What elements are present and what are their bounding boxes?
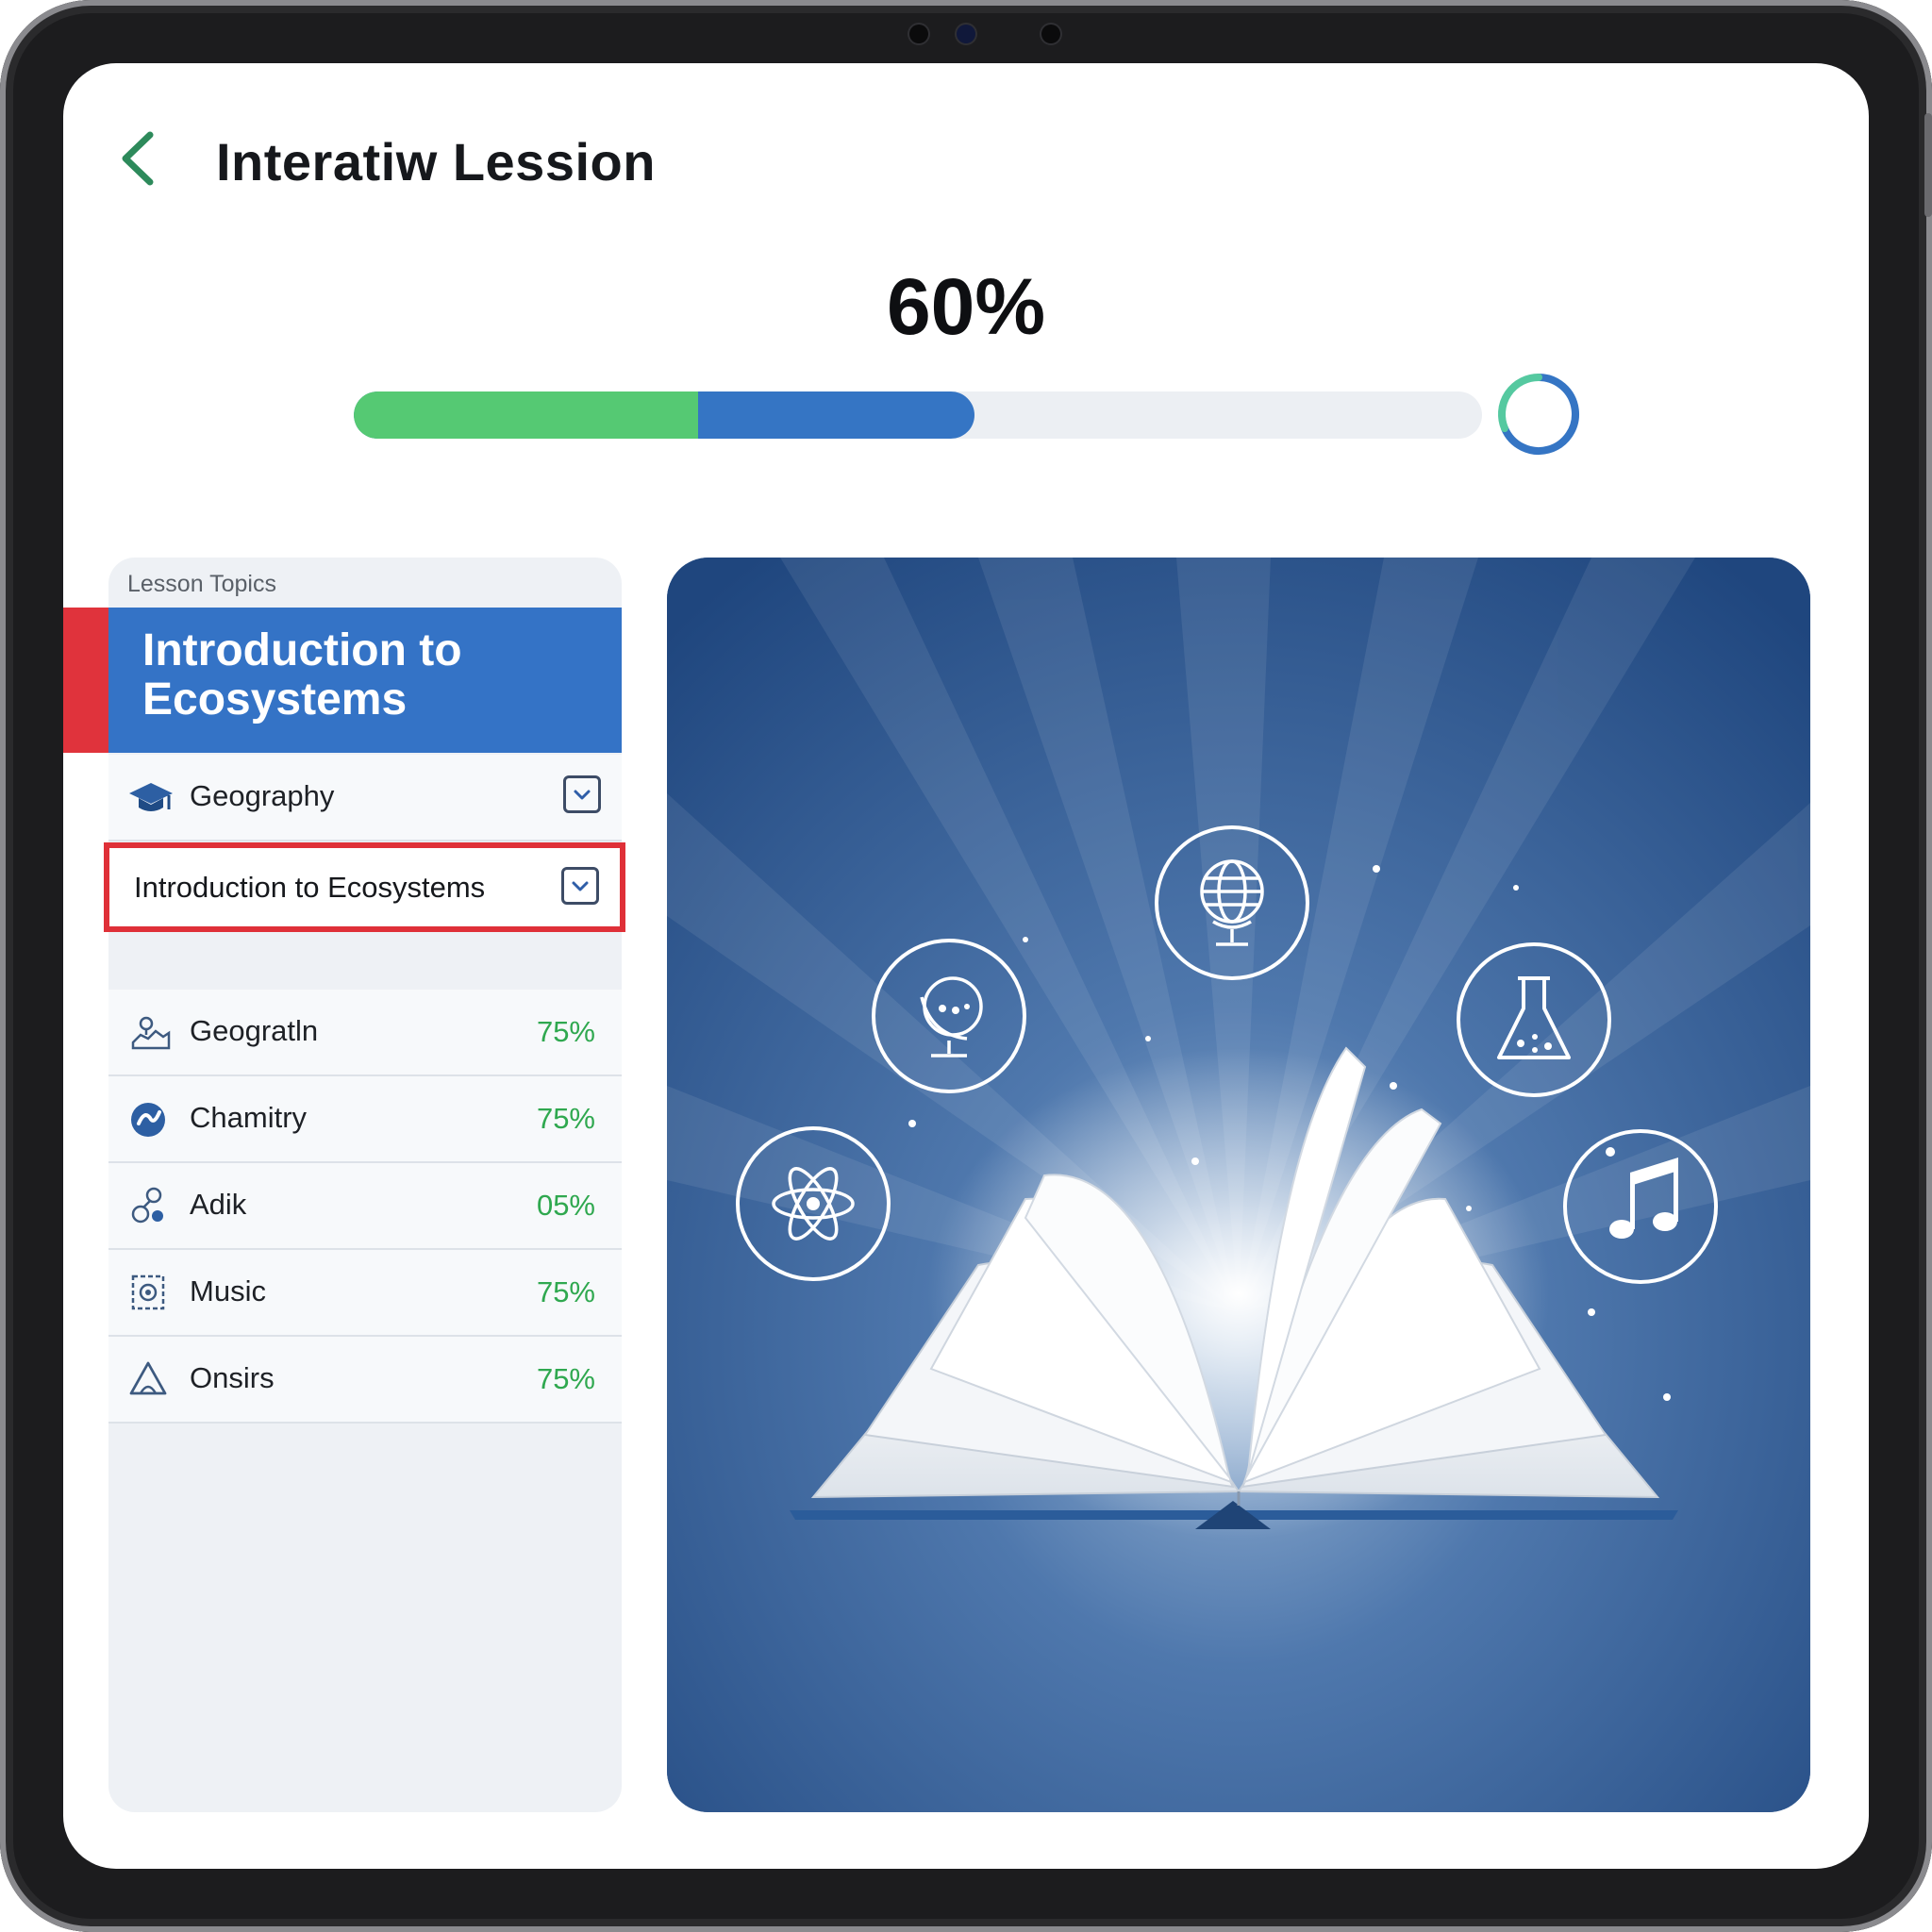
graduation-cap-icon: [129, 783, 173, 811]
progress-ring-icon: [1498, 374, 1579, 455]
topic-label: Geography: [190, 779, 335, 812]
progress-bar: [354, 391, 1482, 439]
globe-swirl-icon: [131, 1103, 165, 1137]
progress-percent: 60%: [886, 262, 1046, 351]
topic-label: Introduction to Ecosystems: [134, 871, 486, 904]
topic-progress: 75%: [536, 1275, 595, 1308]
front-camera: [957, 25, 975, 43]
sidebar-section-label: Lesson Topics: [127, 571, 276, 597]
topic-label: Chamitry: [190, 1101, 308, 1134]
expand-toggle[interactable]: [561, 867, 599, 905]
topic-row[interactable]: Adik 05%: [108, 1163, 622, 1250]
active-topic-line2: Ecosystems: [142, 675, 408, 724]
topic-label: Adik: [190, 1188, 247, 1221]
topic-row-selected[interactable]: Introduction to Ecosystems: [104, 842, 625, 932]
expand-toggle[interactable]: [563, 775, 601, 813]
tablet-frame: Interatiw Lession 60% Lesson Topics Intr…: [0, 0, 1932, 1932]
page-title: Interatiw Lession: [216, 132, 656, 192]
lesson-illustration: [667, 558, 1810, 1812]
topic-progress: 75%: [536, 1015, 595, 1048]
screen: Interatiw Lession 60% Lesson Topics Intr…: [63, 63, 1869, 1869]
back-button[interactable]: [108, 125, 165, 192]
triangle-icon: [129, 1361, 167, 1395]
chevron-left-icon: [122, 131, 154, 186]
molecule-icon: [131, 1187, 163, 1224]
topic-row-geography[interactable]: Geography: [108, 755, 622, 841]
hero-artwork: [667, 558, 1810, 1812]
topic-row[interactable]: Chamitry 75%: [108, 1076, 622, 1163]
topic-label: Music: [190, 1274, 266, 1307]
topic-row[interactable]: Geogratln 75%: [108, 990, 622, 1076]
topic-progress: 05%: [536, 1189, 595, 1222]
sensor-dot: [1041, 25, 1060, 43]
progress-fill-green: [354, 391, 698, 439]
active-topic-accent: [63, 608, 111, 753]
map-icon: [131, 1016, 171, 1050]
sensor-dot: [909, 25, 928, 43]
topic-progress: 75%: [536, 1362, 595, 1395]
gear-frame-icon: [131, 1274, 165, 1310]
active-topic-header[interactable]: Introduction to Ecosystems: [108, 608, 622, 753]
topic-row[interactable]: Music 75%: [108, 1250, 622, 1337]
topic-label: Geogratln: [190, 1014, 319, 1047]
chevron-down-icon: [572, 881, 589, 891]
active-topic-line1: Introduction to: [142, 625, 462, 675]
chevron-down-icon: [574, 790, 591, 800]
topic-row[interactable]: Onsirs 75%: [108, 1337, 622, 1424]
topic-progress: 75%: [536, 1102, 595, 1135]
side-button: [1924, 113, 1932, 217]
topic-label: Onsirs: [190, 1361, 275, 1394]
